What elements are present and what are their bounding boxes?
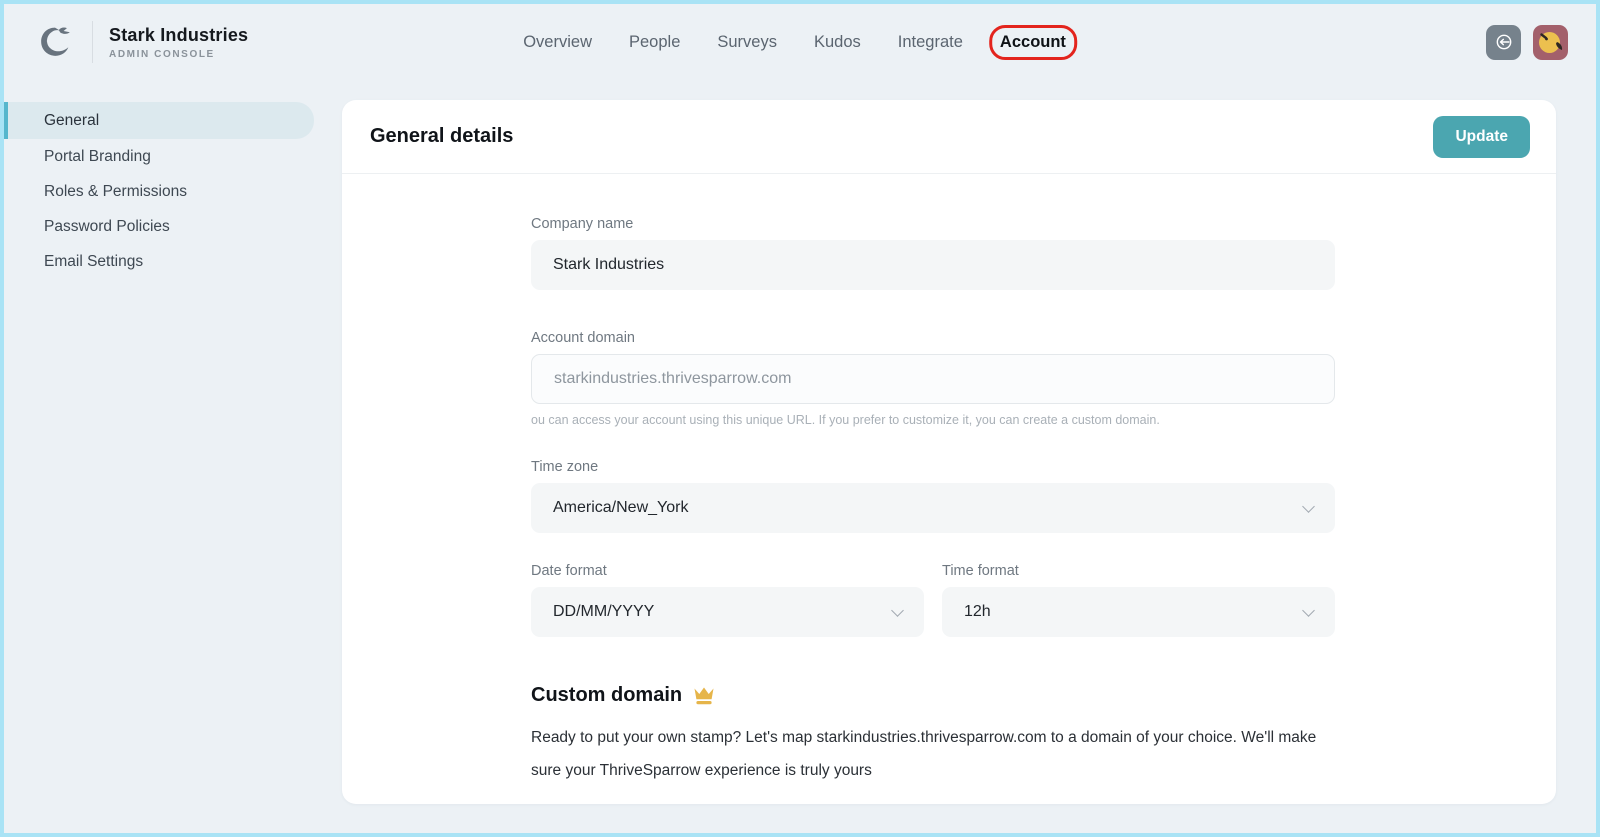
sidebar-item-general[interactable]: General	[4, 102, 314, 139]
company-name-field-group: Company name	[531, 216, 1335, 290]
settings-sidebar: General Portal Branding Roles & Permissi…	[4, 80, 334, 833]
time-format-label: Time format	[942, 563, 1335, 579]
account-domain-input[interactable]	[531, 354, 1335, 404]
time-zone-field-group: Time zone America/New_York	[531, 459, 1335, 533]
update-button[interactable]: Update	[1433, 116, 1530, 158]
sidebar-item-label: Roles & Permissions	[44, 183, 187, 201]
sidebar-item-password-policies[interactable]: Password Policies	[4, 209, 334, 244]
time-zone-select[interactable]: America/New_York	[531, 483, 1335, 533]
time-format-value: 12h	[964, 603, 991, 621]
sidebar-item-label: General	[44, 112, 99, 130]
nav-tab-account-label: Account	[1000, 33, 1066, 51]
time-zone-value: America/New_York	[553, 499, 688, 517]
company-name-input[interactable]	[531, 240, 1335, 290]
format-row: Date format DD/MM/YYYY Time format 12h	[531, 563, 1335, 637]
nav-tab-account[interactable]: Account	[1000, 33, 1066, 52]
custom-domain-description: Ready to put your own stamp? Let's map s…	[531, 721, 1335, 788]
exit-console-button[interactable]	[1486, 25, 1521, 60]
top-bar: Stark Industries ADMIN CONSOLE Overview …	[4, 4, 1596, 80]
nav-tab-surveys[interactable]: Surveys	[717, 33, 777, 52]
sidebar-item-portal-branding[interactable]: Portal Branding	[4, 139, 334, 174]
sidebar-item-email-settings[interactable]: Email Settings	[4, 244, 334, 279]
custom-domain-title: Custom domain	[531, 684, 682, 707]
user-avatar[interactable]	[1533, 25, 1568, 60]
topbar-actions	[1486, 25, 1568, 60]
time-format-field-group: Time format 12h	[942, 563, 1335, 637]
nav-tab-people[interactable]: People	[629, 33, 680, 52]
chevron-down-icon	[1302, 604, 1315, 617]
nav-tab-kudos[interactable]: Kudos	[814, 33, 861, 52]
sidebar-item-roles-permissions[interactable]: Roles & Permissions	[4, 174, 334, 209]
time-zone-label: Time zone	[531, 459, 1335, 475]
console-subtitle: ADMIN CONSOLE	[109, 49, 248, 60]
custom-domain-title-row: Custom domain	[531, 683, 1335, 707]
sidebar-item-label: Password Policies	[44, 218, 170, 236]
app-window: Stark Industries ADMIN CONSOLE Overview …	[0, 0, 1600, 837]
general-details-card: General details Update Company name Acco…	[342, 100, 1556, 804]
general-details-form: Company name Account domain ou can acces…	[342, 174, 1556, 788]
page-title: General details	[370, 125, 513, 148]
nav-tab-overview[interactable]: Overview	[523, 33, 592, 52]
sidebar-item-label: Email Settings	[44, 253, 143, 271]
card-header: General details Update	[342, 100, 1556, 174]
brand-text: Stark Industries ADMIN CONSOLE	[109, 25, 248, 60]
brand-block: Stark Industries ADMIN CONSOLE	[34, 21, 248, 63]
crown-icon	[692, 685, 716, 707]
date-format-value: DD/MM/YYYY	[553, 603, 654, 621]
custom-domain-section: Custom domain Ready to put your own stam…	[531, 683, 1335, 788]
company-title: Stark Industries	[109, 25, 248, 46]
account-domain-helper-text: ou can access your account using this un…	[531, 413, 1335, 427]
main-content: General details Update Company name Acco…	[334, 80, 1596, 833]
chevron-down-icon	[1302, 500, 1315, 513]
date-format-field-group: Date format DD/MM/YYYY	[531, 563, 924, 637]
date-format-label: Date format	[531, 563, 924, 579]
exit-console-icon	[1494, 32, 1514, 52]
bird-avatar-icon	[1533, 25, 1568, 60]
sparrow-logo-icon	[34, 21, 76, 63]
account-domain-label: Account domain	[531, 330, 1335, 346]
main-nav: Overview People Surveys Kudos Integrate …	[523, 4, 1066, 80]
page-body: General Portal Branding Roles & Permissi…	[4, 80, 1596, 833]
date-format-select[interactable]: DD/MM/YYYY	[531, 587, 924, 637]
sidebar-item-label: Portal Branding	[44, 148, 151, 166]
chevron-down-icon	[891, 604, 904, 617]
nav-tab-integrate[interactable]: Integrate	[898, 33, 963, 52]
account-domain-field-group: Account domain ou can access your accoun…	[531, 330, 1335, 427]
company-name-label: Company name	[531, 216, 1335, 232]
brand-divider	[92, 21, 93, 63]
time-format-select[interactable]: 12h	[942, 587, 1335, 637]
